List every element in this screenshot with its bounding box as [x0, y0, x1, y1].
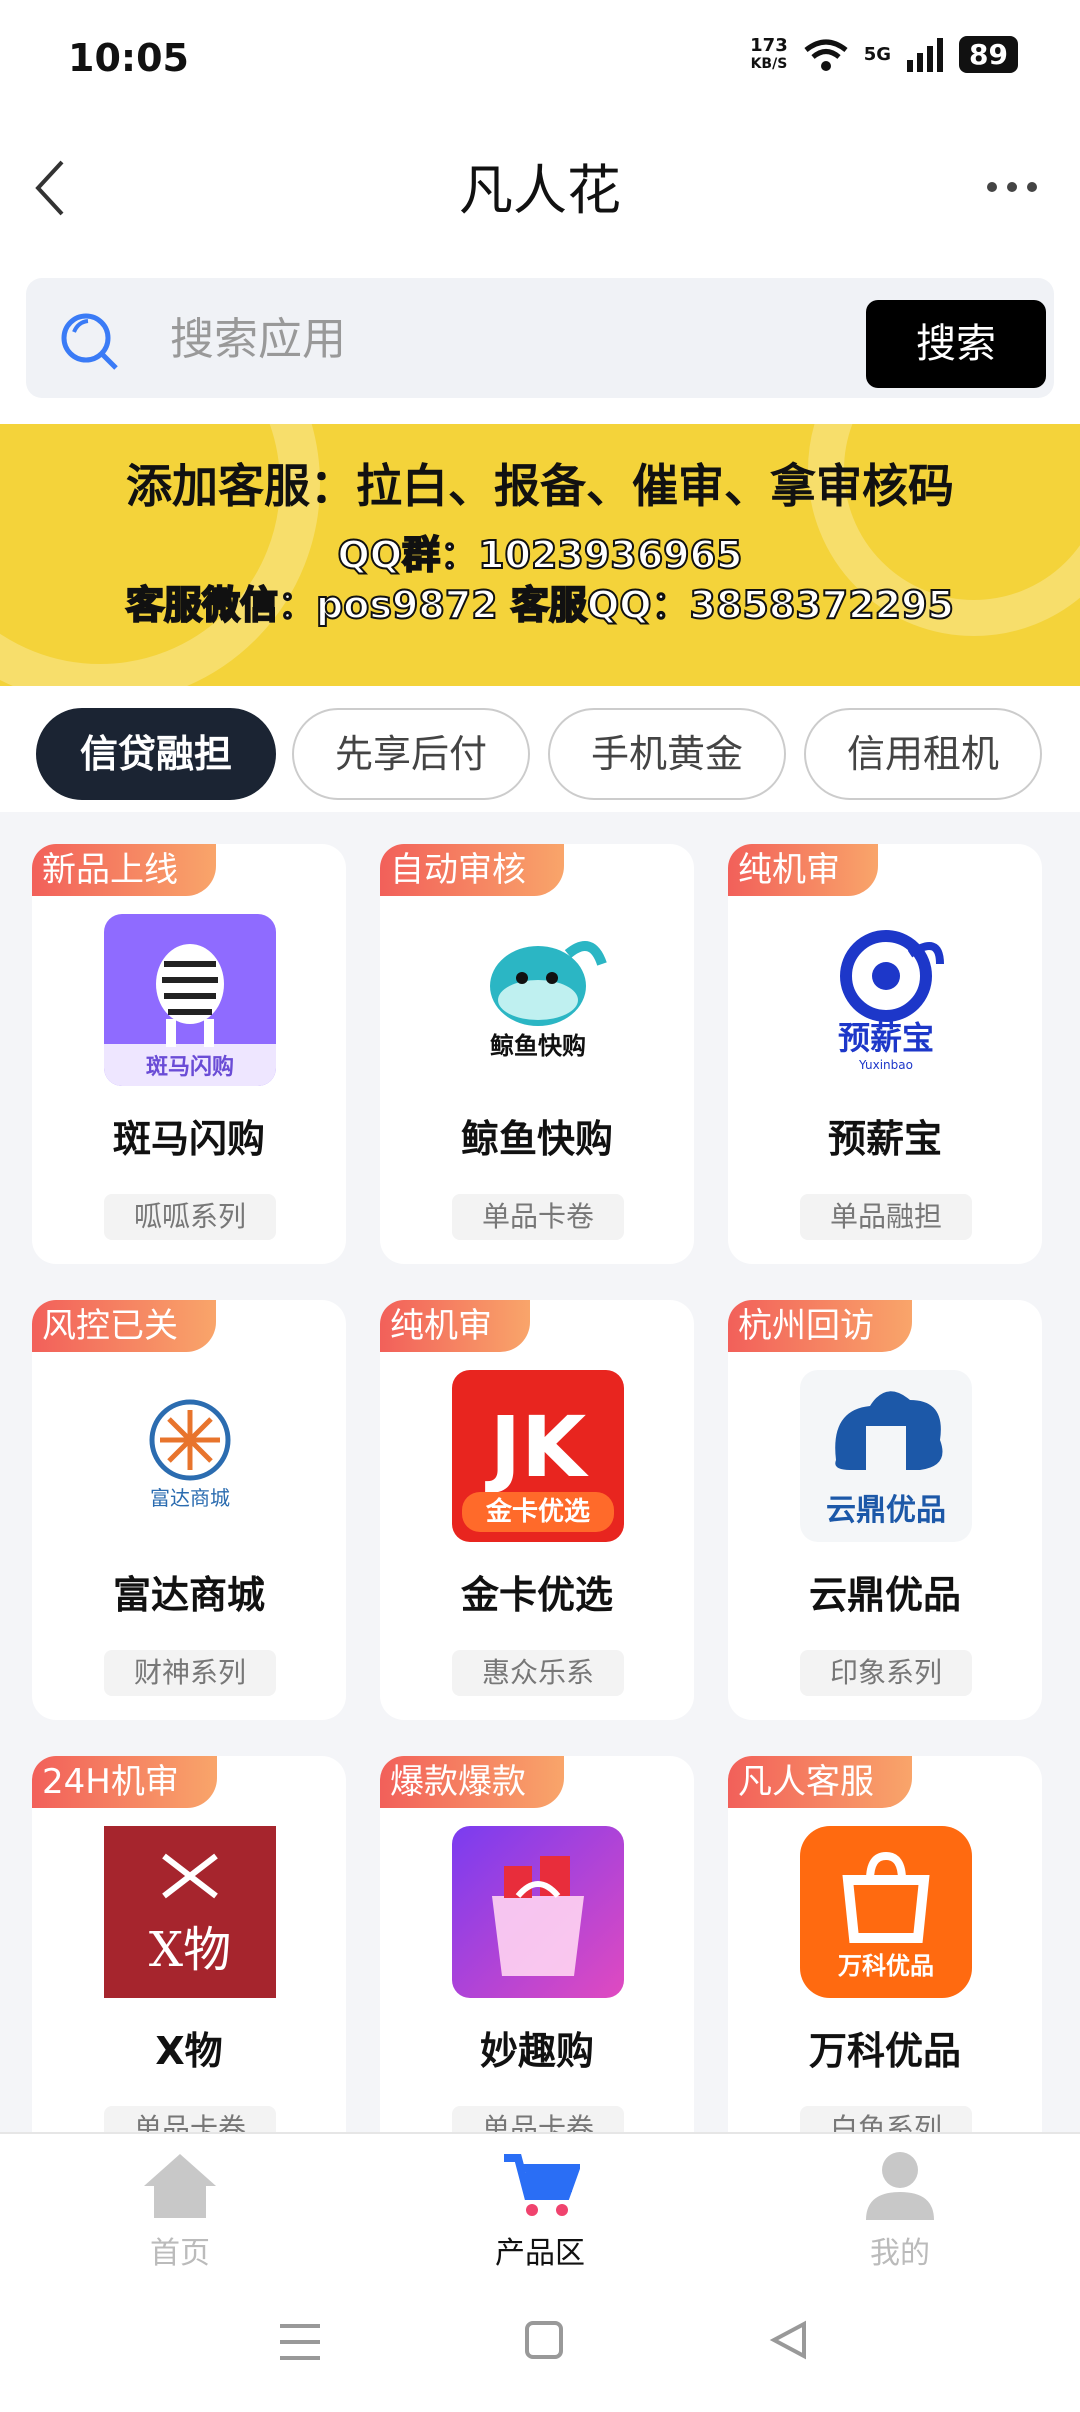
banner-headline: 添加客服：拉白、报备、催审、拿审核码: [126, 459, 954, 513]
product-card[interactable]: 爆款爆款 妙趣购 单品卡卷: [380, 1756, 694, 2132]
product-badge: 纯机审: [380, 1300, 530, 1352]
cloud-ding-icon: 云鼎优品: [800, 1370, 972, 1542]
product-card[interactable]: 云鼎优品 杭州回访 云鼎优品 印象系列: [728, 1300, 1042, 1720]
network-type: 5G: [863, 44, 892, 65]
product-name: 云鼎优品: [808, 1573, 961, 1617]
product-card[interactable]: 斑马闪购 新品上线 斑马闪购 呱呱系列: [32, 844, 346, 1264]
product-badge: 纯机审: [728, 844, 878, 896]
product-badge: 杭州回访: [728, 1300, 912, 1352]
product-name: 金卡优选: [460, 1573, 613, 1617]
network-speed: 173 KB/S: [750, 34, 788, 72]
nav-products[interactable]: 产品区: [440, 2150, 640, 2272]
wifi-icon: [804, 39, 848, 71]
system-nav-bar: [0, 2282, 1080, 2412]
svg-text:预薪宝: 预薪宝: [838, 1019, 934, 1057]
search-section: 搜索: [0, 270, 1080, 424]
product-grid: 斑马闪购 新品上线 斑马闪购 呱呱系列 鲸鱼快购 自动审核 鲸鱼快购 单品卡卷: [0, 812, 1080, 2132]
svg-text:金卡优选: 金卡优选: [485, 1496, 590, 1527]
more-options-icon[interactable]: [982, 172, 1042, 202]
whale-icon: 鲸鱼快购: [452, 914, 624, 1086]
category-tabs: 信贷融担 先享后付 手机黄金 信用租机: [0, 686, 1080, 812]
product-name: 预薪宝: [827, 1117, 942, 1161]
status-icons: 173 KB/S 5G 89: [750, 36, 1018, 73]
jk-icon: JK 金卡优选: [452, 1370, 624, 1542]
svg-text:JK: JK: [485, 1398, 589, 1496]
svg-text:富达商城: 富达商城: [150, 1486, 230, 1510]
product-card[interactable]: JK 金卡优选 纯机审 金卡优选 惠众乐系: [380, 1300, 694, 1720]
banner-contact: 客服微信：pos9872 客服QQ：3858372295: [125, 582, 955, 628]
g-swirl-icon: 预薪宝 Yuxinbao: [800, 914, 972, 1086]
svg-text:云鼎优品: 云鼎优品: [826, 1493, 946, 1528]
status-time: 10:05: [68, 36, 189, 80]
home-icon: [144, 2154, 216, 2218]
product-tag: 印象系列: [800, 1650, 972, 1696]
search-input[interactable]: [168, 300, 872, 378]
product-card[interactable]: 万科优品 凡人客服 万科优品 白鱼系列: [728, 1756, 1042, 2132]
tab-buy-now-pay-later[interactable]: 先享后付: [292, 708, 530, 800]
nav-home[interactable]: 首页: [80, 2150, 280, 2272]
nav-home-label: 首页: [150, 2236, 210, 2271]
bottom-nav: 首页 产品区 我的: [0, 2132, 1080, 2284]
product-tag: 单品卡卷: [104, 2106, 276, 2132]
svg-text:万科优品: 万科优品: [838, 1952, 934, 1980]
product-tag: 惠众乐系: [452, 1650, 624, 1696]
search-icon: [61, 313, 118, 370]
status-bar: 10:05 173 KB/S 5G 89: [0, 0, 1080, 120]
product-tag: 财神系列: [104, 1650, 276, 1696]
tab-credit-guarantee[interactable]: 信贷融担: [36, 708, 276, 800]
menu-icon[interactable]: [278, 2322, 322, 2362]
tab-phone-gold[interactable]: 手机黄金: [548, 708, 786, 800]
svg-text:X物: X物: [149, 1922, 231, 1978]
product-card[interactable]: X物 24H机审 X物 单品卡卷: [32, 1756, 346, 2132]
product-card[interactable]: 预薪宝 Yuxinbao 纯机审 预薪宝 单品融担: [728, 844, 1042, 1264]
product-tag: 白鱼系列: [800, 2106, 972, 2132]
product-tag: 单品卡卷: [452, 1194, 624, 1240]
product-tag: 单品融担: [800, 1194, 972, 1240]
svg-text:斑马闪购: 斑马闪购: [146, 1054, 234, 1080]
signal-icon: [907, 37, 944, 72]
x-wu-icon: X物: [104, 1826, 276, 1998]
svg-text:Yuxinbao: Yuxinbao: [858, 1058, 913, 1072]
battery-level: 89: [959, 36, 1018, 73]
user-icon: [866, 2152, 934, 2220]
product-card[interactable]: 鲸鱼快购 自动审核 鲸鱼快购 单品卡卷: [380, 844, 694, 1264]
product-name: 妙趣购: [479, 2029, 594, 2073]
product-name: 鲸鱼快购: [460, 1117, 613, 1161]
app-header: 凡人花: [0, 120, 1080, 270]
product-badge: 爆款爆款: [380, 1756, 564, 1808]
product-name: 斑马闪购: [112, 1117, 265, 1161]
search-bar: 搜索: [26, 278, 1054, 398]
product-name: 富达商城: [112, 1573, 265, 1617]
nav-mine-label: 我的: [870, 2236, 930, 2271]
home-square-icon[interactable]: [524, 2320, 564, 2360]
promo-banner[interactable]: 添加客服：拉白、报备、催审、拿审核码 QQ群：1023936965 客服微信：p…: [0, 424, 1080, 686]
page-title: 凡人花: [459, 159, 621, 222]
product-badge: 风控已关: [32, 1300, 216, 1352]
product-card[interactable]: 富达商城 风控已关 富达商城 财神系列: [32, 1300, 346, 1720]
sunburst-icon: 富达商城: [104, 1370, 276, 1542]
product-badge: 凡人客服: [728, 1756, 912, 1808]
nav-mine[interactable]: 我的: [800, 2150, 1000, 2272]
back-triangle-icon[interactable]: [768, 2320, 808, 2360]
zebra-icon: 斑马闪购: [104, 914, 276, 1086]
tab-credit-phone-rental[interactable]: 信用租机: [804, 708, 1042, 800]
product-badge: 新品上线: [32, 844, 216, 896]
product-name: X物: [155, 2029, 223, 2073]
product-name: 万科优品: [808, 2029, 961, 2073]
search-button[interactable]: 搜索: [866, 300, 1046, 388]
product-tag: 单品卡卷: [452, 2106, 624, 2132]
product-badge: 自动审核: [380, 844, 564, 896]
bag-icon: 万科优品: [800, 1826, 972, 1998]
product-tag: 呱呱系列: [104, 1194, 276, 1240]
cart-icon: [504, 2154, 582, 2216]
banner-qq-group: QQ群：1023936965: [336, 532, 743, 578]
product-badge: 24H机审: [32, 1756, 217, 1808]
shopping-bag-icon: [452, 1826, 624, 1998]
nav-products-label: 产品区: [495, 2236, 585, 2271]
svg-text:鲸鱼快购: 鲸鱼快购: [490, 1032, 586, 1060]
